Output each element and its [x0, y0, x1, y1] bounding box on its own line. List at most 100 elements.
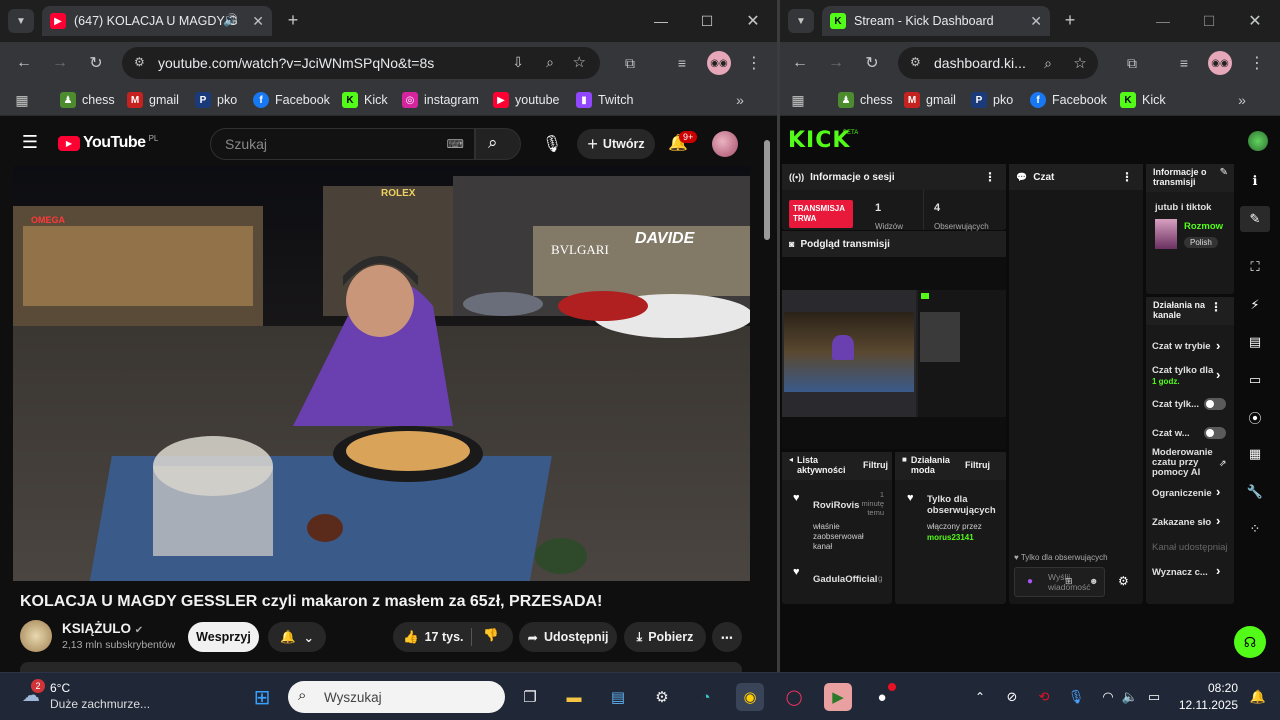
preview-video[interactable] [782, 290, 1006, 417]
close-tab-icon[interactable]: ✕ [1030, 13, 1042, 30]
panel-menu-icon[interactable]: ⋮ [1210, 300, 1222, 314]
user-avatar[interactable] [1248, 131, 1268, 151]
bookmark-pko[interactable]: Ppko [971, 90, 1013, 110]
extensions-icon[interactable]: ⧉ [620, 53, 640, 73]
channel-name-row[interactable]: KSIĄŻULO ✔ [62, 621, 143, 636]
support-button[interactable]: Wesprzyj [188, 622, 259, 652]
toggle-switch[interactable] [1204, 398, 1226, 410]
kick-logo[interactable]: KICK [788, 128, 850, 153]
clock-time[interactable]: 08:20 [1178, 681, 1238, 695]
external-link-icon[interactable]: ⇗ [1219, 458, 1227, 469]
media-control-icon[interactable]: ≡ [672, 53, 692, 73]
hamburger-menu-icon[interactable]: ☰ [20, 132, 40, 152]
bookmark-kick[interactable]: K Kick [342, 90, 388, 110]
filter-button[interactable]: Filtruj [965, 460, 990, 470]
account-avatar[interactable] [712, 131, 738, 157]
dislike-thumbs-down-icon[interactable]: 👎 [483, 628, 499, 643]
mod-username[interactable]: morus23141 [927, 533, 974, 542]
close-window-icon[interactable]: ✕ [742, 10, 764, 32]
new-tab-icon[interactable]: + [1060, 10, 1080, 30]
action-chat-only-for[interactable]: Czat tylko dla [1152, 365, 1213, 376]
broadcast-icon[interactable]: ⦿ [1240, 404, 1270, 430]
bookmark-chess[interactable]: ♟ chess [838, 90, 893, 110]
bookmark-facebook[interactable]: f Facebook [253, 90, 330, 110]
site-info-icon[interactable]: ⚙ [134, 55, 145, 69]
activity-username[interactable]: GadulaOfficial [813, 574, 877, 585]
maximize-icon[interactable]: ☐ [1198, 10, 1220, 32]
tab-search-icon[interactable]: ▼ [788, 9, 814, 33]
create-button[interactable]: + Utwórz [577, 129, 655, 159]
reload-icon[interactable]: ↻ [862, 53, 882, 73]
action-banned-words[interactable]: Zakazane sło [1152, 517, 1211, 528]
action-ai-moderation[interactable]: Moderowanie czatu przy pomocy AI [1152, 448, 1218, 478]
bookmark-star-icon[interactable]: ☆ [1070, 53, 1090, 73]
zoom-icon[interactable]: ⌕ [1038, 53, 1058, 73]
edge-icon[interactable]: ◔ [692, 683, 720, 711]
new-tab-icon[interactable]: + [283, 10, 303, 30]
page-scrollbar[interactable] [764, 140, 770, 240]
edit-pencil-icon[interactable]: ✎ [1220, 167, 1228, 178]
search-button[interactable]: ⌕ [475, 128, 521, 160]
panel-menu-icon[interactable]: ⋮ [1121, 170, 1133, 184]
battery-icon[interactable]: ▭ [1140, 683, 1168, 711]
channel-avatar[interactable] [20, 620, 52, 652]
weather-text[interactable]: Duże zachmurze... [50, 697, 150, 711]
bookmark-star-icon[interactable]: ☆ [573, 53, 586, 71]
search-input[interactable]: Szukaj ⌨ [210, 128, 475, 160]
bookmark-chess[interactable]: ♟ chess [60, 90, 115, 110]
minimize-icon[interactable]: — [650, 10, 672, 32]
install-app-icon[interactable]: ⇩ [512, 54, 524, 71]
keyboard-icon[interactable]: ⌨ [447, 137, 464, 151]
menu-kebab-icon[interactable]: ⋮ [1247, 53, 1267, 73]
more-bookmarks-icon[interactable]: » [730, 90, 750, 110]
zoom-icon[interactable]: ⌕ [546, 54, 554, 71]
chat-icon[interactable]: ▭ [1240, 367, 1270, 393]
profile-avatar-icon[interactable]: ◉◉ [707, 51, 731, 75]
action-set-goal[interactable]: Wyznacz c... [1152, 567, 1208, 578]
integrations-icon[interactable]: ⁘ [1240, 516, 1270, 542]
bookmark-youtube[interactable]: ▶ youtube [493, 90, 559, 110]
chevron-right-icon[interactable]: › [1216, 484, 1220, 499]
more-bookmarks-icon[interactable]: » [1232, 90, 1252, 110]
chrome-icon[interactable]: ◉ [736, 683, 764, 711]
apps-grid-icon[interactable]: ▦ [788, 90, 808, 110]
download-button[interactable]: ⤓ Pobierz [624, 622, 706, 652]
forward-icon[interactable]: → [826, 53, 846, 73]
chevron-right-icon[interactable]: › [1216, 367, 1220, 382]
taskbar-search-input[interactable]: ⌕ Wyszukaj [288, 681, 505, 713]
filter-button[interactable]: Filtruj [863, 460, 888, 470]
extensions-icon[interactable]: ⧉ [1122, 53, 1142, 73]
bookmark-instagram[interactable]: ◎ instagram [402, 90, 479, 110]
back-icon[interactable]: ← [790, 53, 810, 73]
address-bar[interactable]: ⚙ dashboard.ki... [898, 47, 1098, 79]
edit-icon[interactable]: ✎ [1240, 206, 1270, 232]
tray-app-icon[interactable]: ⊘ [998, 683, 1026, 711]
apps-grid-icon[interactable]: ▦ [12, 90, 32, 110]
info-icon[interactable]: ℹ [1240, 168, 1270, 194]
bookmark-twitch[interactable]: ▮ Twitch [576, 90, 633, 110]
lightning-icon[interactable]: ⚡ [1240, 292, 1270, 318]
clock-date[interactable]: 12.11.2025 [1168, 698, 1238, 712]
close-window-icon[interactable]: ✕ [1244, 10, 1266, 32]
kick-app-icon[interactable]: ▶ [824, 683, 852, 711]
voice-search-mic-icon[interactable]: 🎙 [537, 128, 567, 160]
steam-icon[interactable]: ⚙ [648, 683, 676, 711]
share-button[interactable]: ➦ Udostępnij [519, 622, 617, 652]
task-view-icon[interactable]: ❐ [516, 683, 544, 711]
profile-avatar-icon[interactable]: ◉◉ [1208, 51, 1232, 75]
tab-youtube[interactable]: ▶ (647) KOLACJA U MAGDY G 🔊 ✕ [42, 6, 272, 36]
chevron-right-icon[interactable]: › [1216, 338, 1220, 353]
emote-icon[interactable]: ⊞ [1065, 576, 1073, 587]
address-bar[interactable]: ⚙ youtube.com/watch?v=JciWNmSPqNo&t=8s ⇩… [122, 47, 600, 79]
bookmark-facebook[interactable]: f Facebook [1030, 90, 1107, 110]
youtube-logo[interactable]: ▶ YouTube PL [58, 134, 158, 152]
forward-icon[interactable]: → [50, 53, 70, 73]
fullscreen-icon[interactable]: ⛶ [1240, 254, 1270, 280]
notepad-icon[interactable]: ▤ [604, 683, 632, 711]
wrench-icon[interactable]: 🔧 [1240, 479, 1270, 505]
audio-playing-icon[interactable]: 🔊 [223, 13, 238, 27]
file-explorer-icon[interactable]: ▬ [560, 683, 588, 711]
bookmark-gmail[interactable]: Mgmail [127, 90, 179, 110]
tray-sync-icon[interactable]: ⟲ [1030, 683, 1058, 711]
chat-message-input[interactable]: ● Wyślij wiadomość ⊞ ☻ [1014, 567, 1105, 597]
